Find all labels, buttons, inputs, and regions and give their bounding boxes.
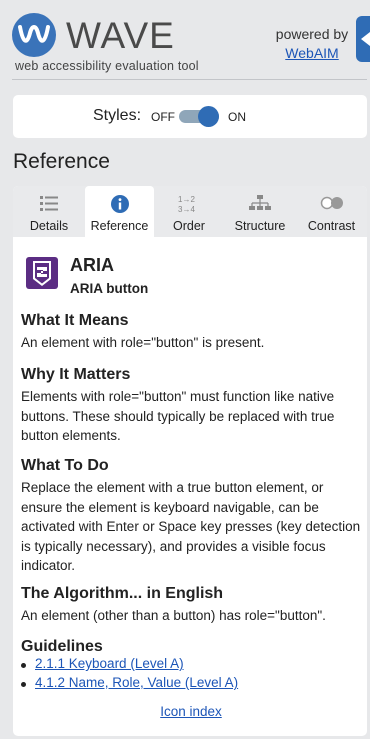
why-it-matters-text: Elements with role="button" must functio…: [21, 389, 335, 443]
collapse-panel-button[interactable]: [356, 16, 370, 62]
styles-toggle-knob[interactable]: [198, 106, 219, 127]
tab-label: Contrast: [307, 219, 356, 233]
list-icon: [39, 194, 59, 215]
svg-text:3→4: 3→4: [178, 205, 195, 214]
what-it-means-heading: What It Means: [21, 312, 129, 329]
tab-details[interactable]: Details: [13, 186, 85, 237]
guideline-item: 4.1.2 Name, Role, Value (Level A): [21, 675, 238, 694]
order-icon: 1→2 3→4: [178, 194, 200, 217]
algorithm-text: An element (other than a button) has rol…: [21, 608, 326, 623]
guidelines-list: 2.1.1 Keyboard (Level A) 4.1.2 Name, Rol…: [21, 656, 238, 694]
tab-label: Reference: [90, 219, 149, 233]
webaim-link[interactable]: WebAIM: [282, 45, 342, 61]
styles-label: Styles:: [93, 107, 142, 124]
algorithm-heading: The Algorithm... in English: [21, 585, 224, 602]
header: WAVE web accessibility evaluation tool p…: [0, 0, 370, 80]
contrast-icon: [319, 194, 345, 215]
what-to-do-text: Replace the element with a true button e…: [21, 480, 361, 573]
svg-text:1→2: 1→2: [178, 195, 195, 204]
chevron-left-icon: [361, 32, 370, 46]
item-title: ARIA button: [70, 281, 149, 296]
icon-index-container: Icon index: [21, 704, 361, 719]
reference-panel: Details Reference 1→2 3→4 Order Structur…: [13, 186, 367, 736]
styles-toggle-box: Styles: OFF ON: [13, 95, 367, 138]
guidelines-heading: Guidelines: [21, 638, 103, 655]
what-it-means-text: An element with role="button" is present…: [21, 335, 265, 350]
aria-icon: [26, 257, 58, 289]
tab-label: Structure: [234, 219, 286, 233]
tab-bar: Details Reference 1→2 3→4 Order Structur…: [13, 186, 367, 237]
guideline-link-keyboard[interactable]: 2.1.1 Keyboard (Level A): [35, 656, 184, 671]
structure-icon: [249, 194, 271, 217]
powered-by-label: powered by: [275, 26, 349, 42]
styles-off-label: OFF: [151, 110, 175, 124]
app-subtitle: web accessibility evaluation tool: [15, 59, 199, 73]
tab-structure[interactable]: Structure: [224, 186, 296, 237]
app-title: WAVE: [66, 15, 175, 56]
why-it-matters-heading: Why It Matters: [21, 366, 131, 383]
info-icon: [110, 194, 130, 217]
styles-on-label: ON: [228, 110, 246, 124]
tab-label: Details: [29, 219, 69, 233]
guideline-link-name-role-value[interactable]: 4.1.2 Name, Role, Value (Level A): [35, 675, 238, 690]
guideline-item: 2.1.1 Keyboard (Level A): [21, 656, 238, 675]
icon-index-link[interactable]: Icon index: [160, 704, 222, 719]
tab-reference[interactable]: Reference: [85, 186, 154, 237]
header-divider: [12, 79, 367, 80]
tab-label: Order: [173, 219, 205, 233]
tab-contrast[interactable]: Contrast: [296, 186, 367, 237]
category-title: ARIA: [70, 255, 114, 275]
wave-logo-icon: [12, 13, 56, 57]
what-to-do-heading: What To Do: [21, 457, 109, 474]
section-title: Reference: [13, 150, 110, 173]
tab-order[interactable]: 1→2 3→4 Order: [154, 186, 224, 237]
